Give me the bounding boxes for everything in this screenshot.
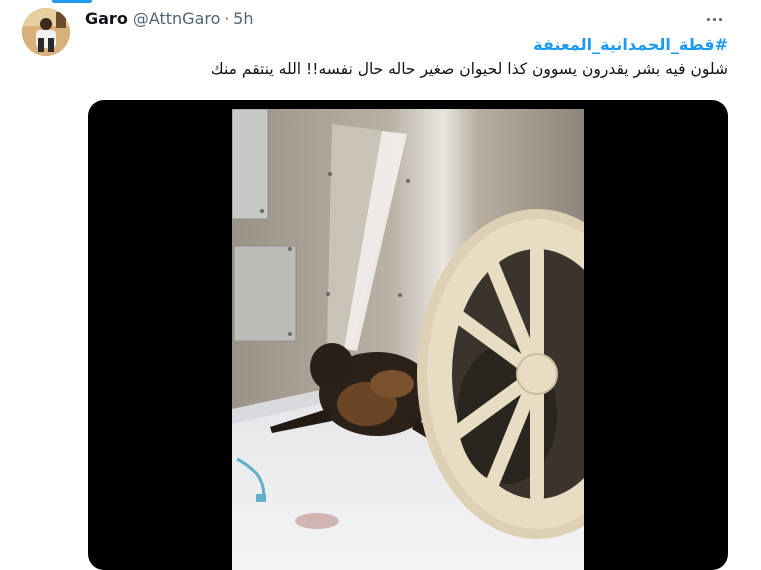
separator-dot: ·: [224, 10, 230, 28]
top-accent-bar: [52, 0, 92, 3]
hashtag-link[interactable]: #قطة_الحمدانية_المعنفة: [533, 35, 728, 54]
video-frame[interactable]: [232, 109, 584, 570]
timestamp[interactable]: 5h: [233, 9, 253, 28]
tweet-text: شلون فيه بشر يقدرون يسوون كذا لحيوان صغي…: [210, 60, 728, 78]
display-name[interactable]: Garo: [85, 9, 128, 28]
user-handle[interactable]: @AttnGaro: [133, 9, 221, 28]
more-horizontal-icon[interactable]: [698, 8, 730, 30]
media-container[interactable]: [88, 100, 728, 570]
tweet-header: Garo @AttnGaro · 5h: [85, 9, 254, 31]
avatar[interactable]: [22, 8, 70, 56]
